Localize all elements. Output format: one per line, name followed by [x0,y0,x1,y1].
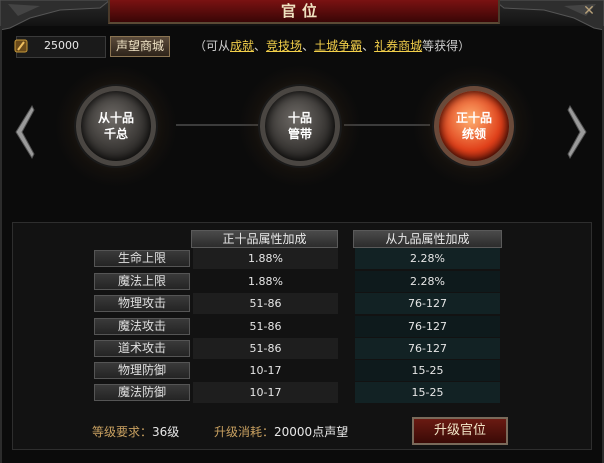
upgrade-cost: 升级消耗：20000点声望 [214,424,348,440]
attr-current-value: 10-17 [249,364,282,377]
hint-suffix: 等获得） [422,39,471,53]
attr-current-value: 51-86 [193,338,338,359]
hint-sep: 、 [362,39,375,53]
rank-label: 从十品 千总 [97,111,134,141]
next-rank-arrow-icon[interactable] [566,104,590,160]
window-title: 官位 [280,2,323,20]
attr-current-value: 51-86 [193,293,338,314]
attr-next-value: 76-127 [355,316,500,337]
attr-label: 魔法防御 [94,384,190,401]
close-button[interactable]: ✕ [578,2,600,20]
rank-node-2[interactable]: 十品 管带 [240,66,360,186]
feather-coin-icon [14,39,28,53]
upgrade-cost-value: 20000点声望 [274,425,349,439]
attr-current-value: 10-17 [193,382,338,403]
hint-link-voucher-shop[interactable]: 礼券商城 [374,39,422,53]
current-rank-header: 正十品属性加成 [191,230,338,248]
level-requirement: 等级要求：36级 [92,424,179,440]
attr-current-value: 51-86 [249,320,282,333]
rank-window: 官位 ✕ 25000 声望商城 （可从成就、竞技场、土城争霸、礼券商城等获得） … [0,0,604,463]
attr-next-value: 2.28% [355,248,500,269]
level-requirement-label: 等级要求： [92,425,153,439]
hint-link-achievement[interactable]: 成就 [230,39,254,53]
attr-next-value: 2.28% [355,271,500,292]
upgrade-rank-button[interactable]: 升级官位 [412,417,508,445]
rank-label: 十品 管带 [287,111,312,141]
attr-current-value: 1.88% [193,248,338,269]
next-rank-header: 从九品属性加成 [353,230,502,248]
rank-node-3-current[interactable]: 正十品 统领 [414,66,534,186]
attr-label: 物理防御 [94,362,190,379]
attr-label: 道术攻击 [94,340,190,357]
attr-next-value: 76-127 [355,338,500,359]
attr-next-value: 15-25 [355,360,500,381]
prestige-shop-button[interactable]: 声望商城 [110,36,170,57]
hint-prefix: （可从 [194,39,231,53]
attr-label: 物理攻击 [94,295,190,312]
upgrade-cost-label: 升级消耗： [214,425,275,439]
attr-current-value: 1.88% [248,275,283,288]
attr-label: 魔法攻击 [94,318,190,335]
attr-next-value: 76-127 [355,293,500,314]
hint-link-siege[interactable]: 土城争霸 [314,39,362,53]
hint-sep: 、 [254,39,267,53]
hint-link-arena[interactable]: 竞技场 [266,39,302,53]
acquire-hint: （可从成就、竞技场、土城争霸、礼券商城等获得） [194,38,470,54]
currency-amount: 25000 [44,39,79,52]
rank-label: 正十品 统领 [455,111,492,141]
attr-next-value: 15-25 [355,382,500,403]
prev-rank-arrow-icon[interactable] [12,104,36,160]
level-requirement-value: 36级 [152,425,180,439]
hint-sep: 、 [302,39,315,53]
attr-label: 生命上限 [94,250,190,267]
close-icon: ✕ [583,3,595,19]
attr-label: 魔法上限 [94,273,190,290]
rank-node-1[interactable]: 从十品 千总 [56,66,176,186]
